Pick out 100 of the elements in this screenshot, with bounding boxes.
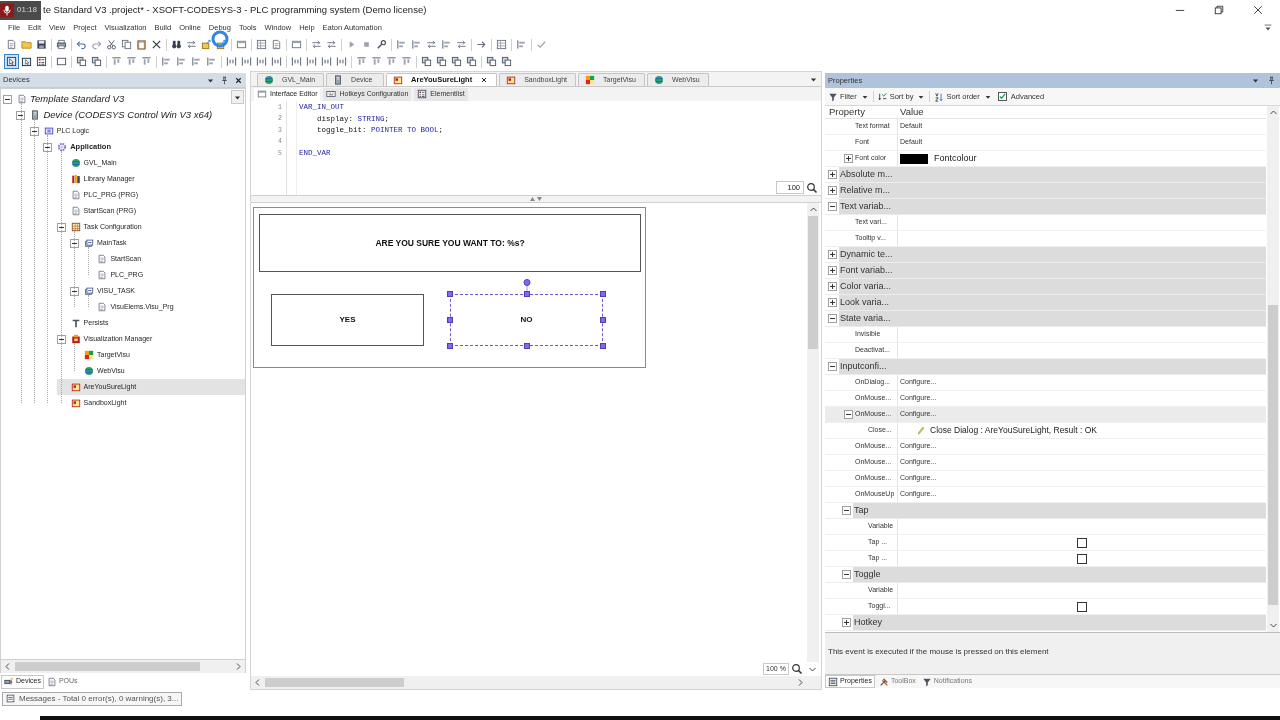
align-bars-icon[interactable] (516, 39, 527, 50)
align-bars-icon[interactable] (206, 56, 217, 67)
restore-icon[interactable] (1214, 5, 1224, 15)
distribute-bars-icon[interactable] (321, 56, 332, 67)
resize-handle-icon[interactable] (600, 317, 606, 323)
distribute-bars-icon[interactable] (226, 56, 237, 67)
category-row[interactable]: Text variab... (825, 199, 1266, 215)
collapse-icon[interactable] (827, 362, 837, 371)
resize-handle-icon[interactable] (600, 291, 606, 297)
align-bars-icon[interactable] (191, 56, 202, 67)
horizontal-scrollbar[interactable] (0, 660, 246, 673)
expand-icon[interactable] (844, 154, 853, 163)
collapse-icon[interactable] (16, 110, 26, 120)
collapse-icon[interactable] (43, 142, 53, 152)
checkbox[interactable] (1077, 537, 1087, 548)
expand-icon[interactable] (827, 282, 837, 291)
category-row[interactable]: Font variab... (825, 263, 1266, 279)
collapse-icon[interactable] (56, 334, 66, 344)
align-bars-icon[interactable] (356, 56, 367, 67)
scroll-down-icon[interactable] (1268, 621, 1278, 630)
distribute-bars-icon[interactable] (336, 56, 347, 67)
resize-handle-icon[interactable] (524, 291, 530, 297)
category-row[interactable]: Relative m... (825, 183, 1266, 199)
close-icon[interactable] (1253, 5, 1263, 15)
expand-icon[interactable] (827, 250, 837, 259)
folder-icon[interactable] (21, 39, 32, 50)
rectangle-icon[interactable] (56, 56, 67, 67)
category-row[interactable]: Color varia... (825, 279, 1266, 295)
messages-tab[interactable]: Messages - Total 0 error(s), 0 warning(s), 3... (2, 691, 183, 706)
resize-handle-icon[interactable] (447, 343, 453, 349)
swap-arrows-icon[interactable] (186, 39, 197, 50)
expand-icon[interactable] (827, 170, 837, 179)
category-row[interactable]: Dynamic te... (825, 247, 1266, 263)
category-row[interactable]: Tap (825, 503, 1266, 519)
clipboard-icon[interactable] (136, 39, 147, 50)
scissors-icon[interactable] (106, 39, 117, 50)
printer-icon[interactable] (56, 39, 67, 50)
resize-handle-icon[interactable] (447, 317, 453, 323)
distribute-bars-icon[interactable] (256, 56, 267, 67)
overlapping-squares-icon[interactable] (91, 56, 102, 67)
resize-handle-icon[interactable] (447, 291, 453, 297)
check-icon[interactable] (536, 39, 547, 50)
align-bars-icon[interactable] (126, 56, 137, 67)
expand-icon[interactable] (827, 298, 837, 307)
page-icon[interactable] (6, 39, 17, 50)
collapse-icon[interactable] (56, 222, 66, 232)
swap-arrows-icon[interactable] (426, 39, 437, 50)
scroll-right-icon[interactable] (234, 662, 243, 671)
pin-icon[interactable] (1267, 76, 1276, 85)
table-icon[interactable] (256, 39, 267, 50)
arrow-right-icon[interactable] (476, 39, 487, 50)
checkbox[interactable] (1077, 601, 1087, 612)
expand-icon[interactable] (842, 618, 851, 627)
scrollbar-thumb[interactable] (15, 662, 200, 671)
collapse-icon[interactable] (842, 506, 851, 515)
binoculars-icon[interactable] (171, 39, 182, 50)
scrollbar-thumb[interactable] (265, 678, 404, 687)
checkbox[interactable] (997, 92, 1007, 101)
collapse-icon[interactable] (70, 286, 79, 296)
align-bars-icon[interactable] (161, 56, 172, 67)
expand-icon[interactable] (827, 186, 837, 195)
collapse-icon[interactable] (70, 238, 79, 248)
distribute-bars-icon[interactable] (241, 56, 252, 67)
overlapping-squares-icon[interactable] (76, 56, 87, 67)
window-icon[interactable] (236, 39, 247, 50)
collapse-icon[interactable] (827, 202, 837, 211)
align-bars-icon[interactable] (396, 39, 407, 50)
category-row[interactable]: Inputconfi... (825, 359, 1266, 375)
color-swatch-icon[interactable] (900, 153, 928, 164)
scrollbar-thumb[interactable] (1268, 305, 1278, 605)
wrench-icon[interactable] (376, 39, 387, 50)
column-header[interactable]: Value (897, 104, 924, 120)
overlapping-squares-icon[interactable] (421, 56, 432, 67)
redo-icon[interactable] (91, 39, 102, 50)
zoom-icon[interactable] (806, 181, 818, 194)
vertical-scrollbar[interactable] (807, 203, 819, 662)
align-bars-icon[interactable] (441, 39, 452, 50)
overlapping-squares-icon[interactable] (486, 56, 497, 67)
resize-handle-icon[interactable] (524, 343, 530, 349)
stop-icon[interactable] (361, 39, 372, 50)
scroll-up-icon[interactable] (1268, 108, 1278, 117)
pin-icon[interactable] (220, 75, 229, 85)
tree-dropdown-button[interactable] (231, 90, 244, 104)
align-bars-icon[interactable] (411, 39, 422, 50)
resize-handle-icon[interactable] (600, 343, 606, 349)
vertical-scrollbar[interactable] (1267, 106, 1279, 632)
collapse-icon[interactable] (842, 570, 851, 579)
scrollbar-thumb[interactable] (808, 216, 818, 349)
zoom-icon[interactable] (791, 663, 803, 675)
column-header[interactable]: Property (825, 104, 897, 120)
distribute-bars-icon[interactable] (271, 56, 282, 67)
collapse-icon[interactable] (827, 314, 837, 323)
rotate-handle-icon[interactable] (522, 279, 531, 291)
collapse-icon[interactable] (844, 410, 853, 419)
page-icon[interactable] (271, 39, 282, 50)
scroll-right-icon[interactable] (796, 678, 805, 687)
align-bars-icon[interactable] (401, 56, 412, 67)
align-bars-icon[interactable] (111, 56, 122, 67)
swap-arrows-icon[interactable] (326, 39, 337, 50)
tool-mode-button[interactable] (4, 54, 19, 69)
